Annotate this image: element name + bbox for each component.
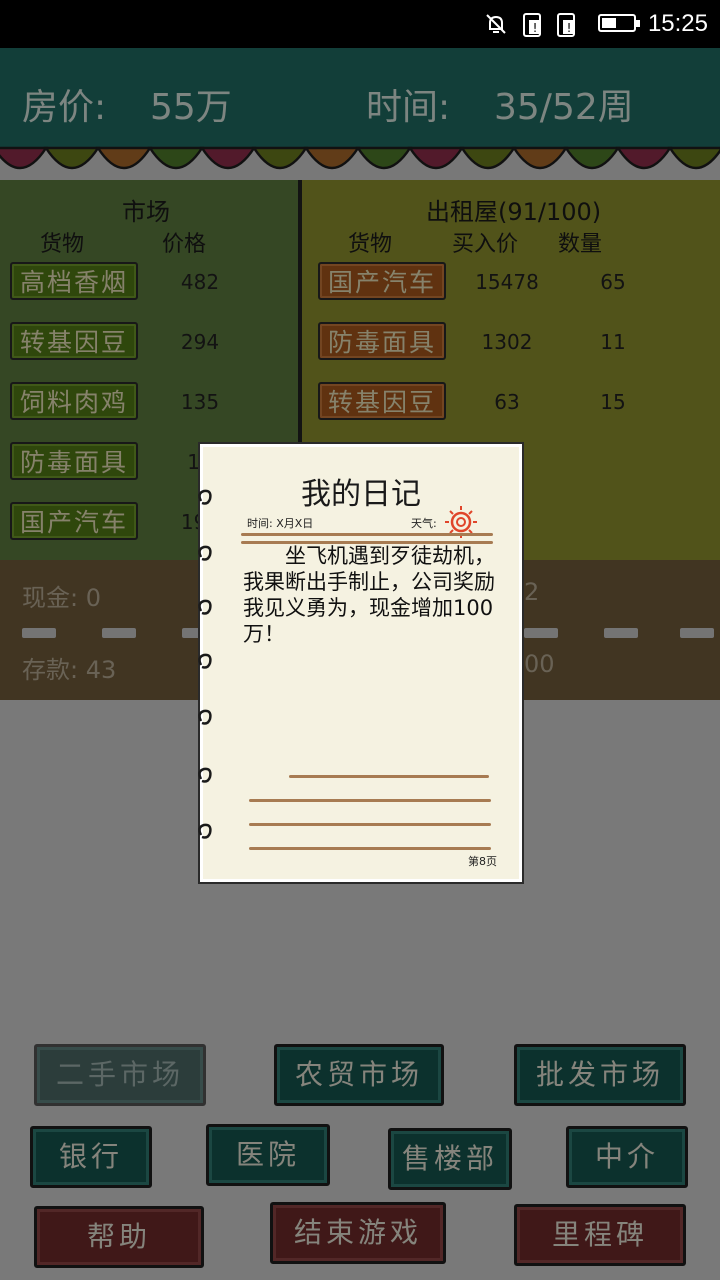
binding-ring-icon (195, 707, 217, 731)
diary-date: 时间: X月X日 (247, 517, 314, 530)
diary-rule (241, 533, 493, 536)
mute-bell-icon (484, 12, 506, 36)
sim-alert-icon: ! (556, 12, 578, 37)
binding-ring-icon (195, 543, 217, 567)
diary-rule (289, 775, 489, 778)
diary-weather-label: 天气: (411, 517, 437, 530)
binding-ring-icon (195, 765, 217, 789)
binding-ring-icon (195, 651, 217, 675)
diary-rule (249, 799, 491, 802)
status-bar: ! ! 15:25 (0, 0, 720, 48)
binding-ring-icon (195, 821, 217, 845)
diary-dialog[interactable]: 我的日记 时间: X月X日 天气: 坐飞机遇到歹徒劫机，我果断出手制止，公司奖励… (198, 444, 522, 882)
binding-ring-icon (195, 597, 217, 621)
svg-text:!: ! (533, 21, 538, 35)
binding-ring-icon (195, 487, 217, 511)
diary-rule (249, 847, 491, 850)
svg-text:!: ! (567, 21, 572, 35)
diary-text: 坐飞机遇到歹徒劫机，我果断出手制止，公司奖励我见义勇为，现金增加100万！ (243, 544, 495, 646)
battery-level (602, 18, 616, 28)
battery-icon (598, 14, 640, 32)
clock: 15:25 (647, 10, 708, 37)
diary-rule (249, 823, 491, 826)
diary-page-number: 第8页 (468, 855, 497, 868)
sim-alert-icon: ! (522, 12, 544, 37)
sun-icon (443, 505, 479, 543)
